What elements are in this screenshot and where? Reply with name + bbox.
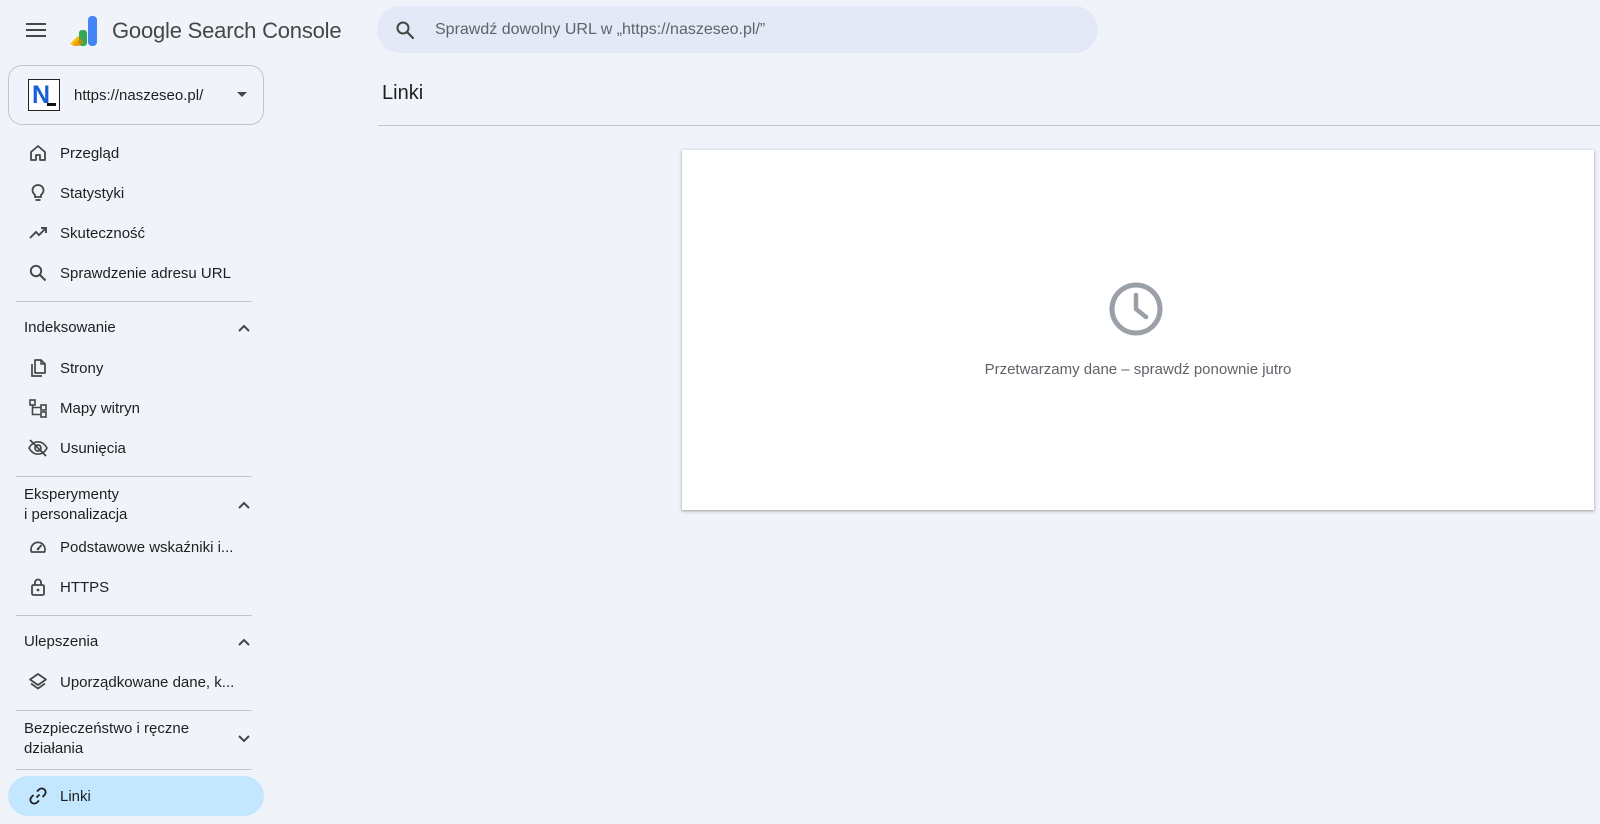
sidebar-item-sitemaps[interactable]: Mapy witryn xyxy=(8,388,264,428)
sidebar-item-label: HTTPS xyxy=(60,578,110,596)
sidebar-item-label: Przegląd xyxy=(60,144,120,162)
chevron-down-icon xyxy=(232,727,256,751)
sidebar-item-label: Statystyki xyxy=(60,184,125,202)
sidebar-item-label: Usunięcia xyxy=(60,439,126,457)
sidebar-divider xyxy=(16,615,252,616)
sidebar-item-label: Linki xyxy=(60,787,91,805)
sidebar-item-overview[interactable]: Przegląd xyxy=(8,133,264,173)
page-title: Linki xyxy=(382,82,424,104)
processing-message: Przetwarzamy dane – sprawdź ponownie jut… xyxy=(984,361,1292,378)
url-inspection-input[interactable] xyxy=(435,20,1075,39)
sidebar-item-label: Podstawowe wskaźniki i... xyxy=(60,538,234,556)
sitemap-icon xyxy=(26,396,50,420)
home-icon xyxy=(26,141,50,165)
property-selector[interactable]: N https://naszeseo.pl/ xyxy=(8,65,264,125)
url-inspection-search-bar[interactable] xyxy=(377,6,1098,53)
sidebar-divider xyxy=(16,301,252,302)
pages-icon xyxy=(26,356,50,380)
section-security-header[interactable]: Bezpieczeństwo i ręczne działania xyxy=(8,719,264,759)
hamburger-menu-icon xyxy=(26,23,46,37)
sidebar-item-core-web-vitals[interactable]: Podstawowe wskaźniki i... xyxy=(8,527,264,567)
section-title: Indeksowanie xyxy=(24,319,116,336)
sidebar-item-structured-data[interactable]: Uporządkowane dane, k... xyxy=(8,662,264,702)
trending-up-icon xyxy=(26,221,50,245)
section-indexing-header[interactable]: Indeksowanie xyxy=(8,308,264,348)
visibility-off-icon xyxy=(26,436,50,460)
sidebar-item-label: Mapy witryn xyxy=(60,399,141,417)
sidebar-item-performance[interactable]: Skuteczność xyxy=(8,213,264,253)
sidebar-item-label: Skuteczność xyxy=(60,224,146,242)
sidebar-item-pages[interactable]: Strony xyxy=(8,348,264,388)
property-url: https://naszeseo.pl/ xyxy=(74,86,204,104)
sidebar-item-https[interactable]: HTTPS xyxy=(8,567,264,607)
sidebar-item-insights[interactable]: Statystyki xyxy=(8,173,264,213)
product-name[interactable]: Google Search Console xyxy=(112,18,342,44)
section-title: Eksperymenty i personalizacja xyxy=(24,486,128,523)
section-experience-header[interactable]: Eksperymenty i personalizacja xyxy=(8,485,264,525)
sidebar-item-label: Sprawdzenie adresu URL xyxy=(60,264,231,282)
section-title: Ulepszenia xyxy=(24,633,99,650)
chevron-up-icon xyxy=(232,493,256,517)
section-title: Bezpieczeństwo i ręczne działania xyxy=(24,720,190,757)
lightbulb-icon xyxy=(26,181,50,205)
search-icon xyxy=(393,18,417,42)
title-divider xyxy=(378,125,1600,126)
top-app-bar: Google Search Console xyxy=(0,0,1600,60)
sidebar-item-links[interactable]: Linki xyxy=(8,776,264,816)
clock-icon xyxy=(1109,282,1163,336)
sidebar-item-url-inspection[interactable]: Sprawdzenie adresu URL xyxy=(8,253,264,293)
sidebar-divider xyxy=(16,476,252,477)
sidebar-item-removals[interactable]: Usunięcia xyxy=(8,428,264,468)
processing-data-card: Przetwarzamy dane – sprawdź ponownie jut… xyxy=(682,150,1594,510)
lock-icon xyxy=(26,575,50,599)
sidebar-item-label: Strony xyxy=(60,359,104,377)
main-menu-button[interactable] xyxy=(18,14,54,46)
dropdown-arrow-icon xyxy=(237,92,247,97)
site-favicon: N xyxy=(28,79,60,111)
chevron-up-icon xyxy=(232,316,256,340)
sidebar-item-label: Uporządkowane dane, k... xyxy=(60,673,235,691)
sidebar-divider xyxy=(16,710,252,711)
search-icon xyxy=(26,261,50,285)
chevron-up-icon xyxy=(232,630,256,654)
link-icon xyxy=(26,784,50,808)
sidebar-divider xyxy=(16,769,252,770)
layers-icon xyxy=(26,670,50,694)
speed-icon xyxy=(26,535,50,559)
search-console-logo-icon[interactable] xyxy=(68,14,102,48)
section-enhancements-header[interactable]: Ulepszenia xyxy=(8,622,264,662)
